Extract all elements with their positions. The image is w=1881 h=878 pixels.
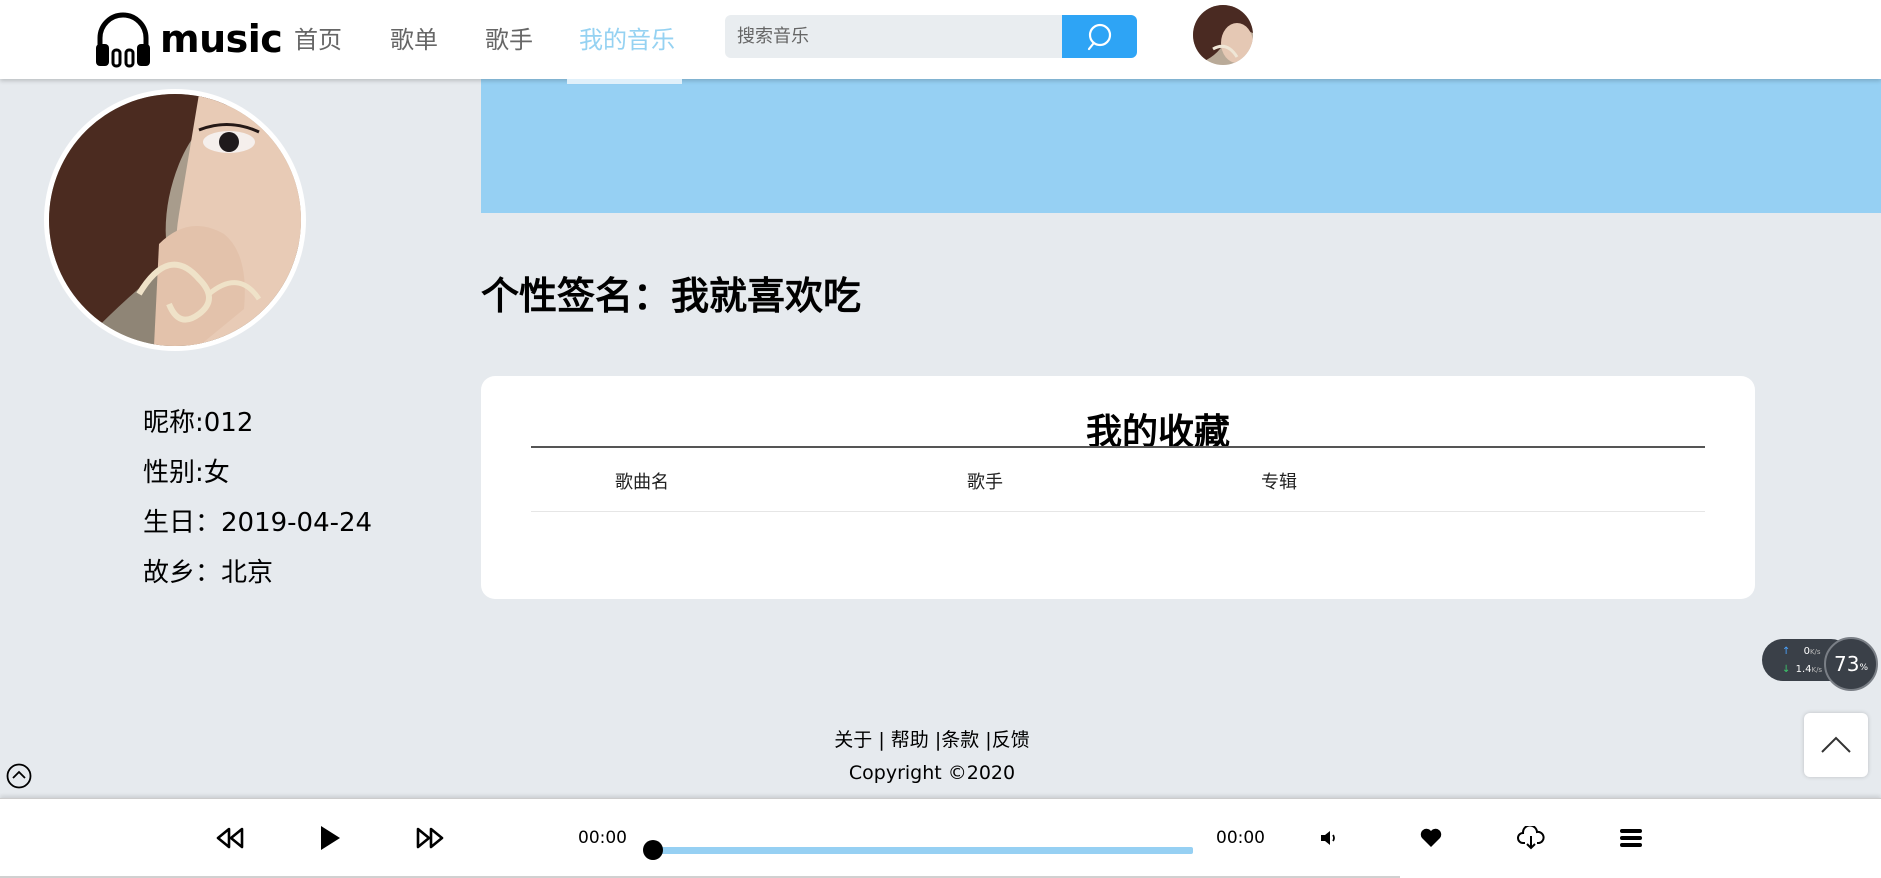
copyright: Copyright ©2020 (848, 762, 1016, 784)
memory-usage-gauge: 73% (1824, 637, 1878, 691)
download-arrow-icon: ↓ (1782, 664, 1791, 675)
music-player-bar: 00:00 00:00 (0, 798, 1881, 878)
nav-playlists[interactable]: 歌单 (390, 20, 438, 55)
profile-gender: 性别:女 (143, 458, 230, 488)
favorite-button[interactable] (1414, 821, 1448, 855)
upload-speed: ↑ 0K/s (1782, 646, 1821, 657)
download-button[interactable] (1514, 821, 1548, 855)
play-icon (321, 826, 340, 850)
search-icon (1087, 23, 1111, 50)
nav-home[interactable]: 首页 (294, 20, 342, 55)
divider (531, 446, 1705, 448)
search-input[interactable] (725, 15, 1063, 58)
play-button[interactable] (313, 821, 347, 855)
search-button[interactable] (1062, 15, 1137, 58)
favorites-card: 我的收藏 歌曲名 歌手 专辑 (481, 376, 1755, 599)
current-time: 00:00 (578, 828, 627, 848)
volume-button[interactable] (1313, 821, 1347, 855)
nav-my-music[interactable]: 我的音乐 (579, 20, 675, 55)
fast-forward-icon (416, 827, 444, 849)
signature: 个性签名：我就喜欢吃 (481, 274, 862, 318)
divider (531, 511, 1705, 512)
heart-icon (1420, 828, 1442, 847)
scroll-up-button[interactable] (6, 763, 32, 789)
headphones-icon (96, 12, 150, 68)
avatar-photo (1193, 5, 1253, 65)
profile-nickname: 昵称:012 (143, 408, 254, 438)
total-time: 00:00 (1216, 828, 1265, 848)
profile-hometown: 故乡：北京 (143, 558, 274, 588)
next-button[interactable] (413, 821, 447, 855)
menu-icon (1620, 829, 1642, 847)
column-header-album: 专辑 (1261, 472, 1297, 493)
playlist-button[interactable] (1614, 821, 1648, 855)
cloud-download-icon (1517, 826, 1545, 850)
back-to-top-button[interactable] (1804, 713, 1868, 777)
column-header-singer: 歌手 (967, 472, 1003, 493)
profile-avatar (44, 89, 306, 351)
download-speed: ↓ 1.4K/s (1782, 664, 1823, 675)
progress-handle[interactable] (643, 840, 663, 860)
footer-link-help[interactable]: 帮助 | (891, 729, 941, 751)
chevron-up-circle-icon (6, 763, 32, 789)
nav-active-indicator (567, 79, 682, 84)
footer-links: 关于 | 帮助 |条款 |反馈 (0, 725, 1881, 752)
upload-arrow-icon: ↑ (1782, 646, 1791, 657)
footer-link-feedback[interactable]: 反馈 (992, 729, 1030, 751)
column-header-song: 歌曲名 (615, 472, 669, 493)
rewind-icon (216, 827, 244, 849)
logo-text: music (160, 17, 283, 61)
top-header: music 首页 歌单 歌手 我的音乐 (0, 0, 1881, 79)
previous-button[interactable] (213, 821, 247, 855)
profile-photo (49, 94, 301, 346)
progress-bar[interactable] (652, 847, 1193, 854)
volume-icon (1321, 831, 1335, 845)
nav-singers[interactable]: 歌手 (485, 20, 533, 55)
footer-link-terms[interactable]: 条款 | (941, 729, 991, 751)
network-speed-widget[interactable]: ↑ 0K/s ↓ 1.4K/s 73% (1762, 637, 1880, 691)
chevron-up-icon (1821, 736, 1851, 753)
logo[interactable]: music (92, 8, 283, 70)
profile-birthday: 生日：2019-04-24 (143, 508, 373, 538)
header-avatar[interactable] (1193, 5, 1253, 65)
footer-link-about[interactable]: 关于 | (834, 729, 884, 751)
profile-banner (481, 79, 1881, 213)
